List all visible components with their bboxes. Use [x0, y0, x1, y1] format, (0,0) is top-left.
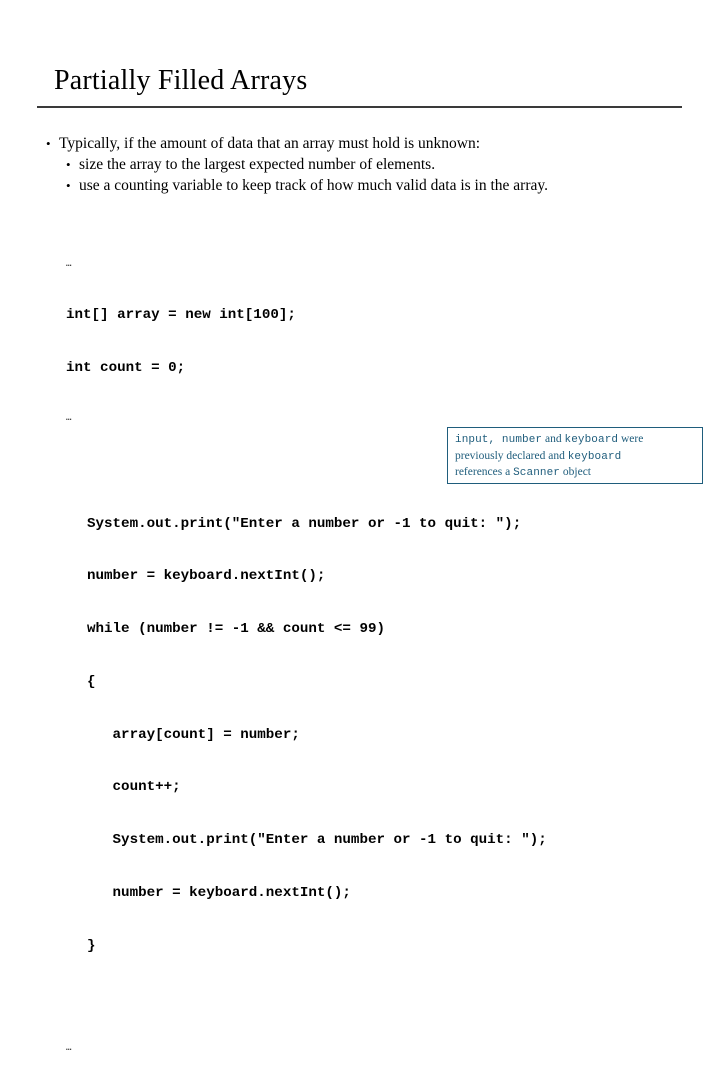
code-line: int[] array = new int[100]; — [66, 306, 296, 323]
bullet-icon: • — [46, 136, 51, 151]
code-line: count++; — [87, 779, 181, 796]
list-item: • size the array to the largest expected … — [40, 154, 710, 175]
code-block: … int[] array = new int[100]; int count … — [66, 206, 547, 1080]
code-line: while (number != -1 && count <= 99) — [87, 621, 385, 638]
code-line: number = keyboard.nextInt(); — [87, 568, 326, 585]
code-line: System.out.print("Enter a number or -1 t… — [87, 832, 547, 849]
note-code-term: input, — [455, 434, 502, 446]
slide-canvas: Partially Filled Arrays • Typically, if t… — [0, 0, 720, 1053]
code-line: array[count] = number; — [87, 726, 300, 743]
note-code-term: number — [501, 434, 543, 446]
code-line: } — [87, 937, 96, 954]
code-inner-block: System.out.print("Enter a number or -1 t… — [66, 480, 547, 990]
note-code-term: Scanner — [513, 467, 561, 480]
list-item-label: use a counting variable to keep track of… — [79, 177, 548, 194]
code-ellipsis: … — [66, 258, 73, 269]
note-callout: input, number and keyboard were previous… — [447, 427, 703, 484]
code-line: { — [87, 673, 96, 690]
note-line: references a Scanner object — [455, 465, 696, 482]
bullet-icon: • — [66, 157, 71, 172]
note-code-term: keyboard — [567, 450, 622, 463]
list-item-label: size the array to the largest expected n… — [79, 156, 436, 173]
list-item: • use a counting variable to keep track o… — [40, 175, 710, 196]
code-ellipsis: … — [66, 412, 73, 423]
code-line: System.out.print("Enter a number or -1 t… — [87, 515, 522, 532]
code-ellipsis: … — [66, 1043, 73, 1054]
title-divider — [37, 106, 682, 108]
code-line: number = keyboard.nextInt(); — [87, 884, 351, 901]
note-text: previously declared and — [455, 449, 568, 462]
note-line: input, number and keyboard were — [455, 432, 696, 449]
note-text: references a — [455, 466, 514, 479]
note-text: were — [618, 433, 644, 445]
note-code-term: keyboard — [564, 434, 619, 446]
note-text: and — [542, 433, 565, 445]
bullet-list: • Typically, if the amount of data that a… — [40, 133, 710, 196]
code-line: int count = 0; — [66, 359, 186, 376]
list-item: • Typically, if the amount of data that a… — [40, 133, 710, 154]
page-title: Partially Filled Arrays — [54, 65, 308, 96]
note-text: object — [560, 466, 591, 479]
bullet-icon: • — [66, 178, 71, 193]
list-item-label: Typically, if the amount of data that an… — [59, 135, 481, 152]
note-line: previously declared and keyboard — [455, 449, 696, 466]
